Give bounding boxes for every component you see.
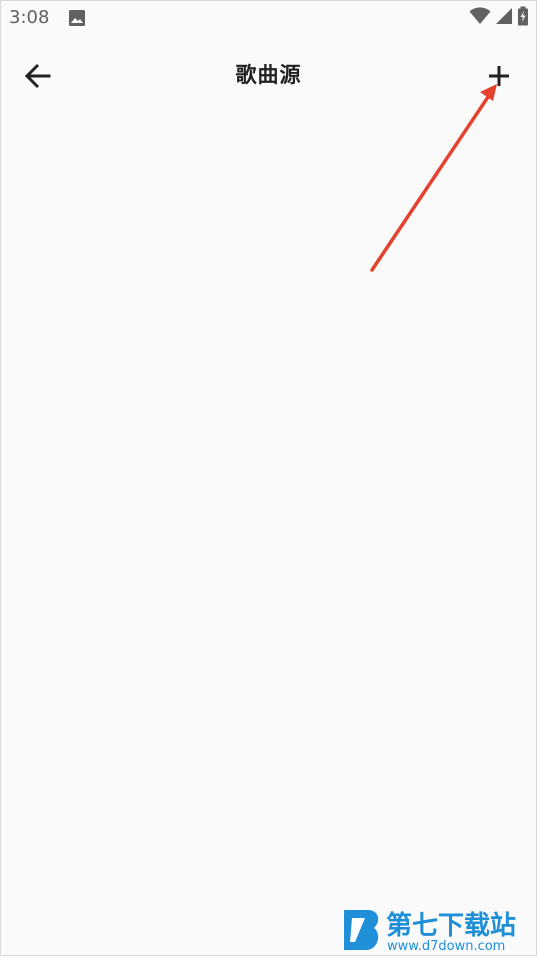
- status-bar: 3:08: [0, 0, 537, 36]
- battery-charging-icon: [517, 6, 529, 30]
- app-bar: 歌曲源: [0, 36, 537, 116]
- status-time: 3:08: [9, 7, 50, 28]
- page-title: 歌曲源: [235, 63, 302, 87]
- song-source-list: [0, 116, 537, 956]
- watermark-logo: 第七下载站 www.d7down.com: [338, 904, 533, 954]
- image-icon: [68, 9, 86, 27]
- svg-text:www.d7down.com: www.d7down.com: [387, 939, 505, 954]
- svg-text:第七下载站: 第七下载站: [386, 910, 516, 941]
- add-button[interactable]: [481, 58, 517, 94]
- plus-icon: [489, 66, 509, 86]
- status-icons: [469, 6, 529, 30]
- wifi-icon: [469, 7, 491, 29]
- cellular-signal-icon: [495, 7, 513, 29]
